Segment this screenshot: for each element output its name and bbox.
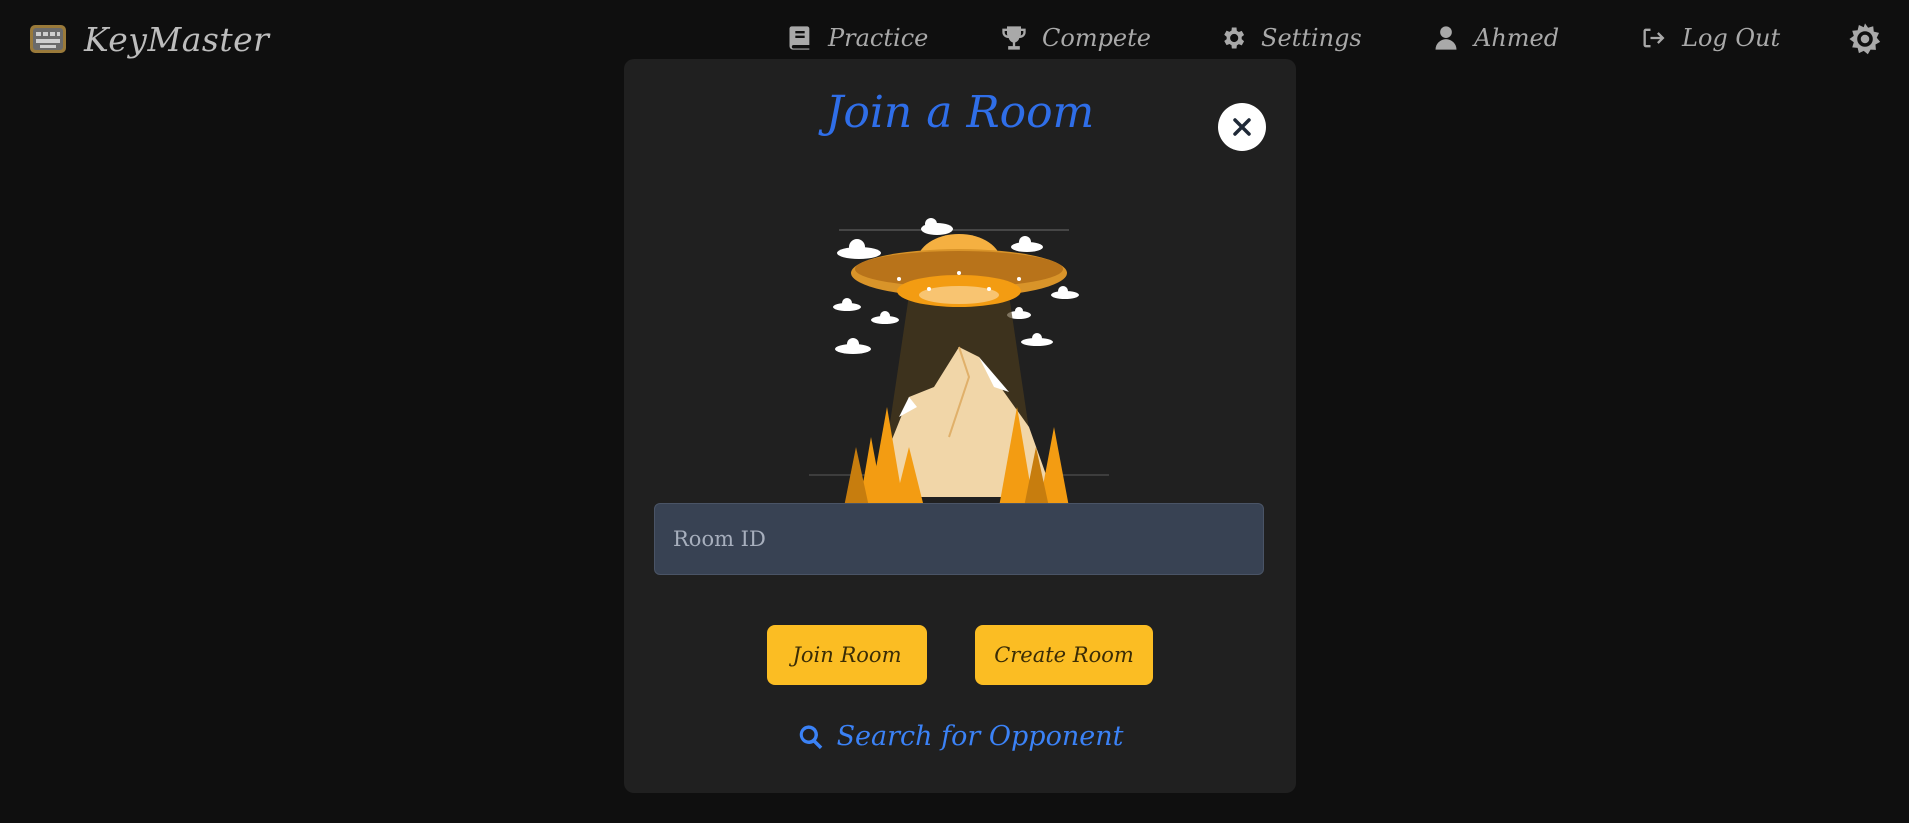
nav-logout-label: Log Out bbox=[1682, 24, 1781, 52]
nav-practice[interactable]: Practice bbox=[786, 18, 928, 58]
gear-icon bbox=[1224, 27, 1245, 49]
nav-profile-label: Ahmed bbox=[1474, 24, 1560, 52]
ufo-mountain-illustration bbox=[809, 218, 1109, 519]
search-opponent-link[interactable]: Search for Opponent bbox=[624, 721, 1296, 752]
search-opponent-label: Search for Opponent bbox=[836, 721, 1124, 752]
join-room-modal: Join a Room Room ID Join Room Create Roo… bbox=[624, 59, 1296, 793]
nav-profile[interactable]: Ahmed bbox=[1432, 18, 1559, 58]
logout-icon bbox=[1643, 28, 1665, 48]
nav-settings[interactable]: Settings bbox=[1219, 18, 1362, 58]
close-button[interactable] bbox=[1218, 103, 1266, 151]
nav-compete[interactable]: Compete bbox=[1000, 18, 1151, 58]
brand[interactable]: KeyMaster bbox=[26, 17, 269, 61]
close-icon bbox=[1233, 118, 1251, 136]
nav-compete-label: Compete bbox=[1042, 24, 1151, 52]
brand-name: KeyMaster bbox=[84, 19, 270, 59]
create-room-button[interactable]: Create Room bbox=[975, 625, 1153, 685]
modal-title: Join a Room bbox=[825, 87, 1095, 138]
trophy-icon bbox=[1002, 26, 1026, 50]
book-icon bbox=[789, 26, 810, 50]
room-id-input[interactable] bbox=[654, 503, 1264, 575]
keymaster-logo-icon bbox=[30, 25, 66, 53]
nav-practice-label: Practice bbox=[828, 24, 929, 52]
join-room-button[interactable]: Join Room bbox=[767, 625, 927, 685]
user-icon bbox=[1435, 26, 1457, 50]
nav-settings-label: Settings bbox=[1261, 24, 1362, 52]
search-icon bbox=[799, 724, 822, 749]
nav-logout[interactable]: Log Out bbox=[1640, 18, 1780, 58]
sun-icon bbox=[1849, 23, 1881, 55]
theme-toggle-button[interactable] bbox=[1848, 22, 1882, 56]
